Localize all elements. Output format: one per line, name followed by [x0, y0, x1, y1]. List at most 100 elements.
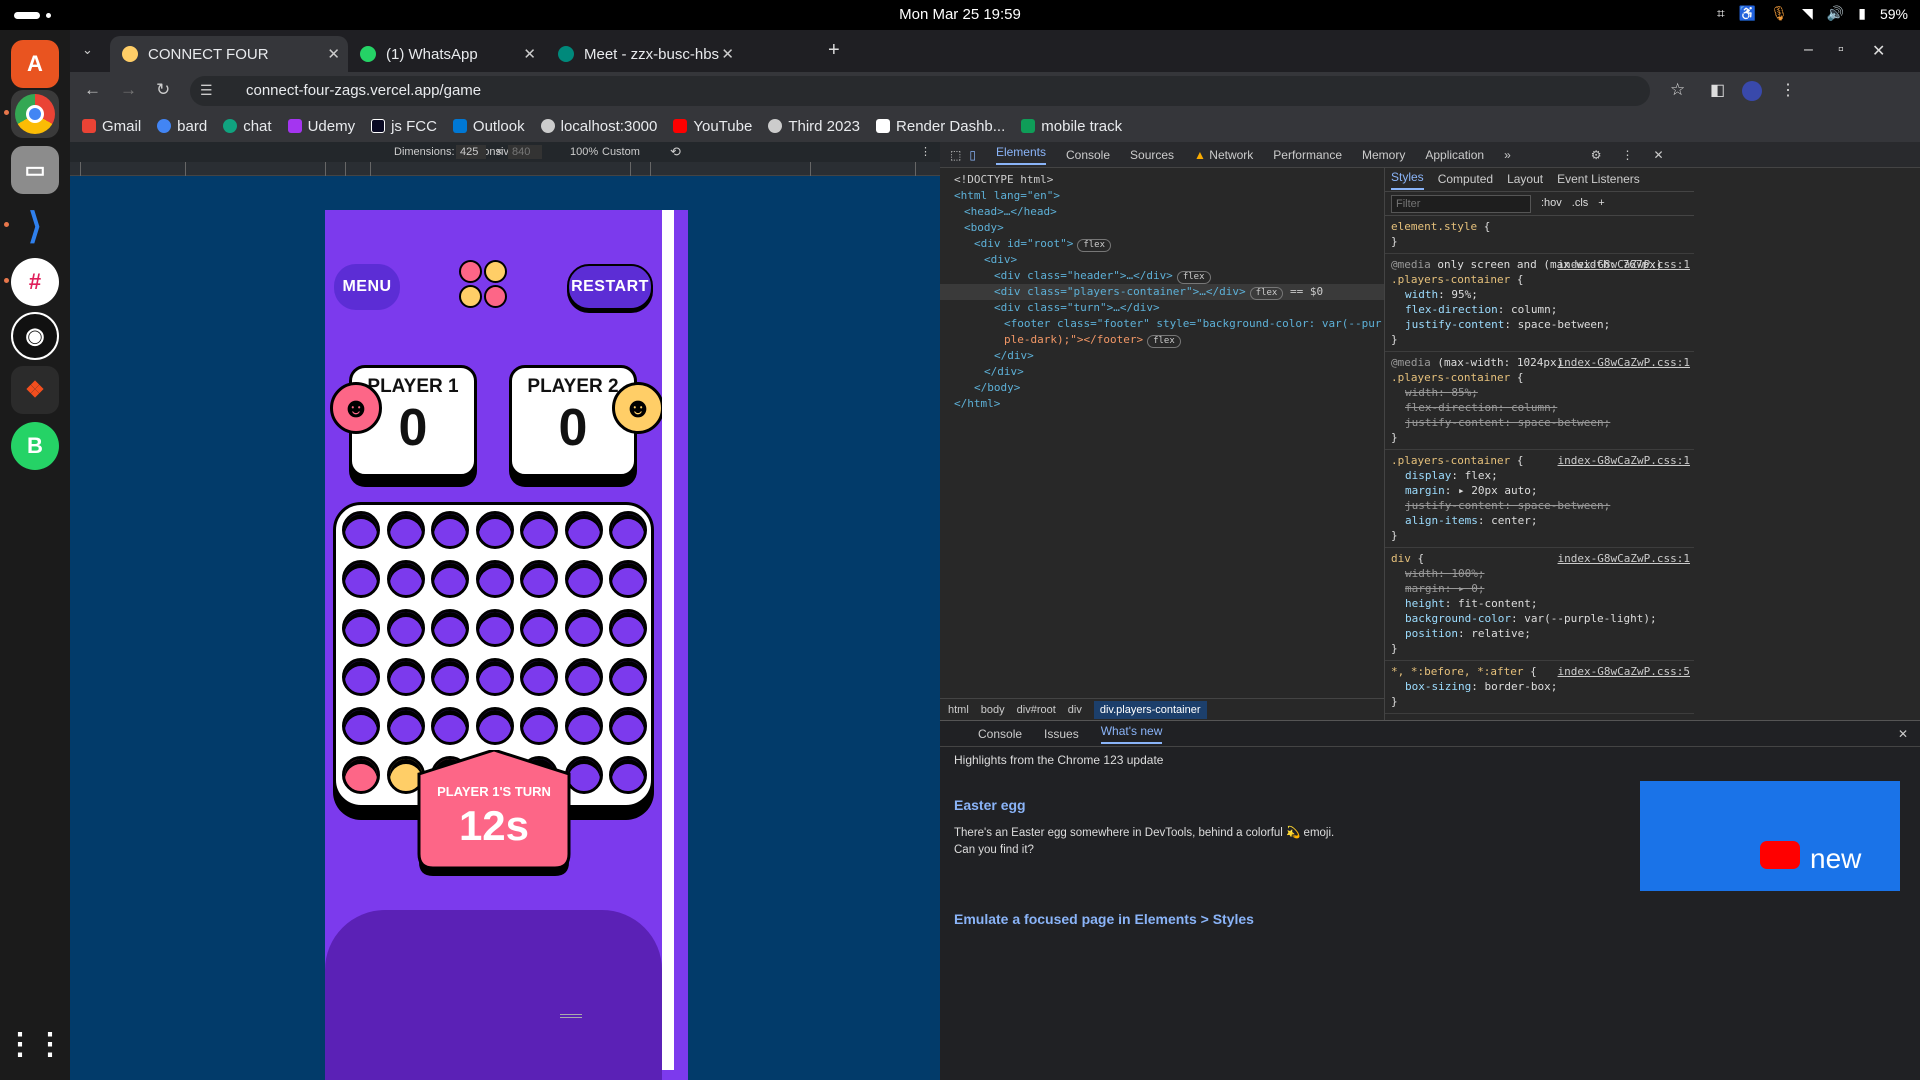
drawer-tab-whats-new[interactable]: What's new — [1100, 724, 1163, 744]
add-rule-icon[interactable]: + — [1598, 196, 1604, 211]
board-cell[interactable] — [475, 707, 514, 745]
board-cell[interactable] — [386, 658, 425, 696]
dom-line[interactable]: <!DOCTYPE html> — [940, 172, 1384, 188]
dom-line[interactable]: </body> — [940, 380, 1384, 396]
emulate-focused-link[interactable]: Emulate a focused page in Elements > Sty… — [954, 911, 1254, 927]
board-cell[interactable] — [342, 609, 380, 647]
bookmark-localhost[interactable]: localhost:3000 — [540, 118, 657, 135]
crumb[interactable]: div — [1068, 704, 1082, 716]
bookmark-udemy[interactable]: Udemy — [287, 118, 355, 135]
back-icon[interactable]: ← — [84, 80, 101, 100]
tab-computed[interactable]: Computed — [1438, 172, 1493, 187]
bookmark-chat[interactable]: chat — [223, 118, 272, 135]
dom-line[interactable]: <body> — [940, 220, 1384, 236]
close-devtools-icon[interactable]: ✕ — [1654, 148, 1664, 162]
dom-line[interactable]: <div> — [940, 252, 1384, 268]
close-tab-icon[interactable]: ✕ — [721, 45, 734, 63]
bookmark-youtube[interactable]: YouTube — [673, 118, 752, 135]
reload-icon[interactable]: ↻ — [156, 80, 170, 100]
restart-button[interactable]: RESTART — [567, 264, 653, 310]
dom-line[interactable]: <html lang="en"> — [940, 188, 1384, 204]
board-cell[interactable] — [609, 707, 647, 745]
app-center-icon[interactable]: A — [11, 40, 59, 88]
chrome-icon[interactable] — [11, 90, 59, 138]
board-cell[interactable] — [564, 560, 603, 598]
easter-egg-link[interactable]: Easter egg — [954, 797, 1026, 813]
board-cell[interactable] — [609, 609, 647, 647]
bookmark-star-icon[interactable]: ☆ — [1670, 80, 1685, 100]
zoom-select[interactable]: 100% — [570, 146, 598, 158]
github-icon[interactable]: ◉ — [11, 312, 59, 360]
system-clock[interactable]: Mon Mar 25 19:59 — [0, 6, 1920, 23]
tab-elements[interactable]: Elements — [995, 145, 1046, 165]
files-icon[interactable]: ▭ — [11, 146, 59, 194]
board-cell[interactable] — [431, 511, 469, 549]
board-cell[interactable] — [342, 756, 380, 794]
dom-line[interactable]: <div class="header">…</div> flex — [940, 268, 1384, 284]
board-cell[interactable] — [475, 511, 514, 549]
bookmark-render[interactable]: Render Dashb... — [876, 118, 1005, 135]
crumb[interactable]: body — [981, 704, 1005, 716]
dom-line[interactable]: ple-dark);"></footer> flex — [940, 332, 1384, 348]
close-drawer-icon[interactable]: ✕ — [1898, 727, 1908, 741]
board-cell[interactable] — [609, 658, 647, 696]
drawer-tab-console[interactable]: Console — [978, 727, 1022, 741]
tab-layout[interactable]: Layout — [1507, 172, 1543, 187]
page-scrollbar[interactable] — [662, 210, 674, 1070]
minimize-icon[interactable]: – — [1804, 41, 1813, 59]
whatsapp-icon[interactable]: B — [11, 422, 59, 470]
crumb[interactable]: html — [948, 704, 969, 716]
board-cell[interactable] — [520, 560, 558, 598]
tab-event-listeners[interactable]: Event Listeners — [1557, 172, 1640, 187]
board-cell[interactable] — [342, 658, 380, 696]
board-cell[interactable] — [609, 756, 647, 794]
slack-icon[interactable]: # — [11, 258, 59, 306]
board-cell[interactable] — [564, 658, 603, 696]
board-cell[interactable] — [475, 609, 514, 647]
board-cell[interactable] — [431, 707, 469, 745]
board-cell[interactable] — [342, 511, 380, 549]
close-tab-icon[interactable]: ✕ — [523, 45, 536, 63]
css-rule[interactable]: element.style {} — [1385, 216, 1694, 254]
dom-line-selected[interactable]: <div class="players-container">…</div> fl… — [940, 284, 1384, 300]
new-tab-icon[interactable]: + — [828, 39, 840, 62]
board-cell[interactable] — [520, 707, 558, 745]
crumb[interactable]: div#root — [1017, 704, 1056, 716]
css-rule[interactable]: *, *:before, *:after {index-G8wCaZwP.css… — [1385, 661, 1694, 714]
width-input[interactable]: 425 — [456, 145, 487, 159]
side-panel-icon[interactable]: ◧ — [1710, 80, 1725, 100]
site-info-icon[interactable]: ☰ — [200, 82, 213, 99]
css-rule[interactable]: @media only screen and (max-width: 767px… — [1385, 254, 1694, 352]
device-more-icon[interactable]: ⋮ — [920, 145, 931, 158]
css-rule[interactable]: @media (max-width: 1024px) .players-conta… — [1385, 352, 1694, 450]
board-cell[interactable] — [431, 609, 469, 647]
crumb-active[interactable]: div.players-container — [1093, 700, 1207, 719]
tab-meet[interactable]: Meet - zzx-busc-hbs ✕ — [546, 36, 742, 72]
close-window-icon[interactable]: ✕ — [1872, 41, 1885, 61]
tab-console[interactable]: Console — [1066, 148, 1110, 162]
more-tabs-icon[interactable]: » — [1504, 148, 1511, 162]
board-cell[interactable] — [609, 511, 647, 549]
bookmark-gmail[interactable]: Gmail — [82, 118, 141, 135]
board-cell[interactable] — [520, 658, 558, 696]
tab-connect-four[interactable]: CONNECT FOUR ✕ — [110, 36, 348, 72]
throttle-select[interactable]: Custom — [602, 146, 640, 158]
vscode-icon[interactable]: ⟩ — [11, 202, 59, 250]
tab-network[interactable]: ▲ Network — [1194, 148, 1253, 162]
dom-line[interactable]: </html> — [940, 396, 1384, 412]
styles-filter-input[interactable] — [1391, 194, 1531, 213]
board-cell[interactable] — [520, 609, 558, 647]
devtools-menu-icon[interactable]: ⋮ — [1622, 148, 1634, 162]
flex-badge[interactable]: flex — [1249, 287, 1284, 300]
dom-line[interactable]: </div> — [940, 364, 1384, 380]
board-cell[interactable] — [609, 560, 647, 598]
menu-icon[interactable]: ⋮ — [1780, 80, 1796, 100]
elements-tree[interactable]: <!DOCTYPE html> <html lang="en"> <head>…… — [940, 168, 1384, 698]
tab-whatsapp[interactable]: (1) WhatsApp ✕ — [348, 36, 544, 72]
bookmark-jsfcc[interactable]: js FCC — [371, 118, 437, 135]
dom-line[interactable]: <div id="root"> flex — [940, 236, 1384, 252]
tab-search-icon[interactable]: ⌄ — [82, 42, 93, 58]
dom-line[interactable]: <head>…</head> — [940, 204, 1384, 220]
rotate-icon[interactable]: ⟲ — [670, 144, 681, 160]
dom-line[interactable]: <div class="turn">…</div> — [940, 300, 1384, 316]
